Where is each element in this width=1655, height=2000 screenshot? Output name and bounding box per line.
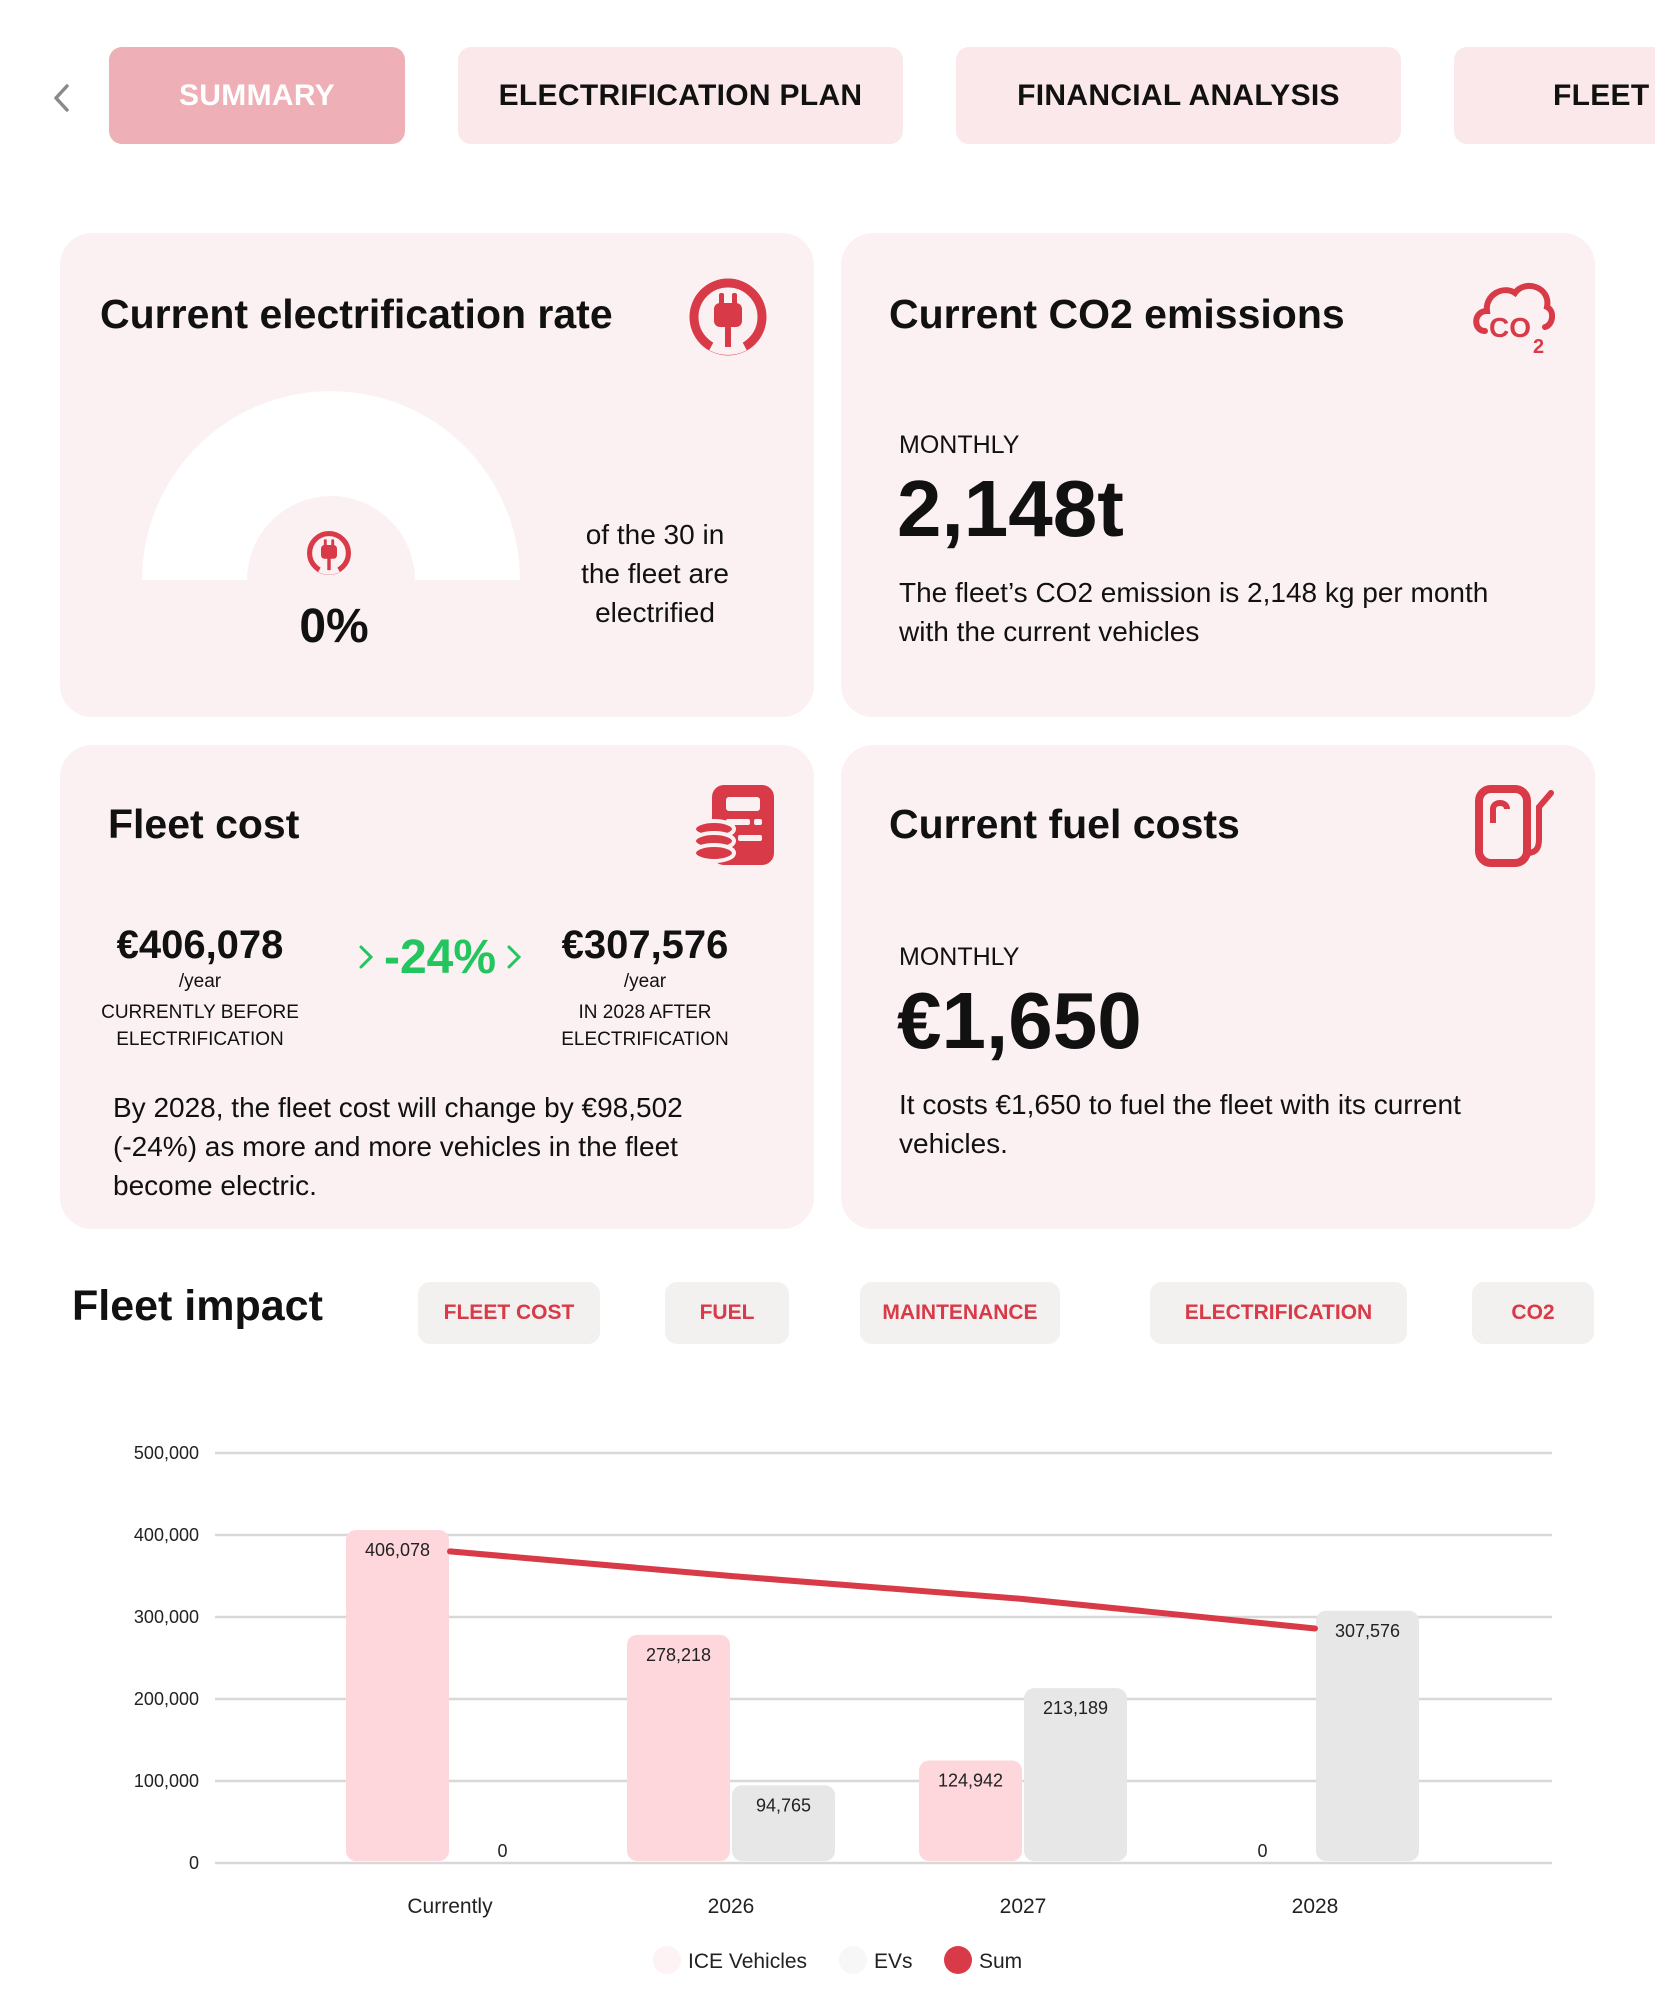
fleet-cost-card: Fleet cost €406,078 /year CURRENTLY BEFO… [60,745,814,1229]
cost-change-percent: -24% [383,930,497,984]
y-tick-label: 400,000 [134,1525,199,1545]
co2-description: The fleet’s CO2 emission is 2,148 kg per… [899,573,1559,651]
y-tick-label: 0 [189,1853,199,1873]
fuel-period: MONTHLY [899,943,1020,971]
tab-fleet[interactable]: FLEET A [1454,47,1655,144]
cost-coins-icon [692,783,776,872]
data-label: 278,218 [646,1645,711,1665]
x-tick-label: 2028 [1292,1895,1339,1918]
fuel-pump-icon [1473,783,1557,872]
cost-after-label: IN 2028 AFTER ELECTRIFICATION [535,999,755,1053]
fleet-cost-description: By 2028, the fleet cost will change by €… [113,1088,793,1205]
data-label: 94,765 [756,1795,811,1815]
filter-maintenance[interactable]: MAINTENANCE [860,1282,1060,1344]
cost-before-unit: /year [178,971,222,992]
electrification-description-line: electrified [595,597,715,628]
data-label: 124,942 [938,1771,1003,1791]
svg-text:2: 2 [1533,336,1544,357]
legend-label: Sum [979,1950,1022,1973]
electrification-description: of the 30 in the fleet are electrified [540,515,770,632]
chevron-right-icon [507,945,522,969]
fuel-title: Current fuel costs [889,801,1240,847]
y-tick-label: 200,000 [134,1689,199,1709]
legend-ice-swatch [653,1946,681,1974]
y-tick-label: 500,000 [134,1443,199,1463]
back-button[interactable] [50,80,76,116]
plug-icon [686,275,770,364]
fuel-value: €1,650 [897,976,1142,1065]
fuel-description-line: vehicles. [899,1128,1008,1159]
co2-cloud-icon: CO 2 [1471,273,1555,362]
cost-change: -24% [340,927,540,987]
x-tick-label: Currently [407,1895,493,1918]
fleet-cost-description-line: become electric. [113,1170,317,1201]
legend-sum-swatch [944,1946,972,1974]
chevron-left-icon [54,84,69,112]
fuel-description: It costs €1,650 to fuel the fleet with i… [899,1085,1559,1163]
bar-ice-vehicles [346,1530,449,1861]
co2-description-line: with the current vehicles [899,616,1200,647]
electrification-description-line: of the 30 in [585,519,725,550]
co2-period: MONTHLY [899,431,1020,459]
tab-financial-analysis[interactable]: FINANCIAL ANALYSIS [956,47,1401,144]
cost-after-label-line: ELECTRIFICATION [561,1029,729,1050]
co2-value: 2,148t [897,464,1124,553]
legend-label: ICE Vehicles [688,1950,807,1973]
fleet-cost-description-line: (-24%) as more and more vehicles in the … [113,1131,678,1162]
fleet-impact-chart: 0 100,000 200,000 300,000 400,000 500,000 406,… [134,1443,1552,1974]
y-tick-label: 100,000 [134,1771,199,1791]
x-tick-label: 2026 [708,1895,755,1918]
x-tick-label: 2027 [1000,1895,1047,1918]
fuel-card: Current fuel costs MONTHLY €1,650 It cos… [841,745,1595,1229]
filter-fuel[interactable]: FUEL [665,1282,789,1344]
electrification-rate: 0% [299,600,369,653]
co2-description-line: The fleet’s CO2 emission is 2,148 kg per… [899,577,1489,608]
fleet-impact-title: Fleet impact [72,1282,323,1330]
cost-after-label-line: IN 2028 AFTER [578,1002,712,1023]
y-tick-label: 300,000 [134,1607,199,1627]
bar-ice-vehicles [627,1634,730,1861]
bar-evs [1316,1610,1419,1861]
cost-before-label: CURRENTLY BEFORE ELECTRIFICATION [90,999,310,1053]
tab-electrification-plan[interactable]: ELECTRIFICATION PLAN [458,47,903,144]
electrification-title: Current electrification rate [100,291,613,337]
cost-after-value: €307,576 [561,923,729,967]
fleet-cost-title: Fleet cost [108,801,300,847]
data-label: 213,189 [1043,1698,1108,1718]
data-label: 0 [497,1841,507,1861]
tab-summary[interactable]: SUMMARY [109,47,405,144]
co2-title: Current CO2 emissions [889,291,1345,337]
filter-co2[interactable]: CO2 [1472,1282,1594,1344]
data-label: 307,576 [1335,1621,1400,1641]
filter-fleet-cost[interactable]: FLEET COST [418,1282,600,1344]
chevron-right-icon [359,945,374,969]
cost-before-label-line: CURRENTLY BEFORE [101,1002,299,1023]
data-label: 406,078 [365,1540,430,1560]
fleet-cost-description-line: By 2028, the fleet cost will change by €… [113,1092,683,1123]
cost-before-value: €406,078 [116,923,284,967]
co2-card: Current CO2 emissions CO 2 MONTHLY 2,148… [841,233,1595,717]
cost-before-label-line: ELECTRIFICATION [116,1029,284,1050]
filter-electrification[interactable]: ELECTRIFICATION [1150,1282,1407,1344]
fuel-description-line: It costs €1,650 to fuel the fleet with i… [899,1089,1461,1120]
cost-after-unit: /year [623,971,667,992]
svg-text:CO: CO [1489,312,1531,343]
gauge-plug-icon [305,529,353,582]
legend-ev-swatch [839,1946,867,1974]
electrification-description-line: the fleet are [581,558,729,589]
electrification-card: Current electrification rate 0% of the 3… [60,233,814,717]
legend-label: EVs [874,1950,913,1973]
data-label: 0 [1257,1841,1267,1861]
